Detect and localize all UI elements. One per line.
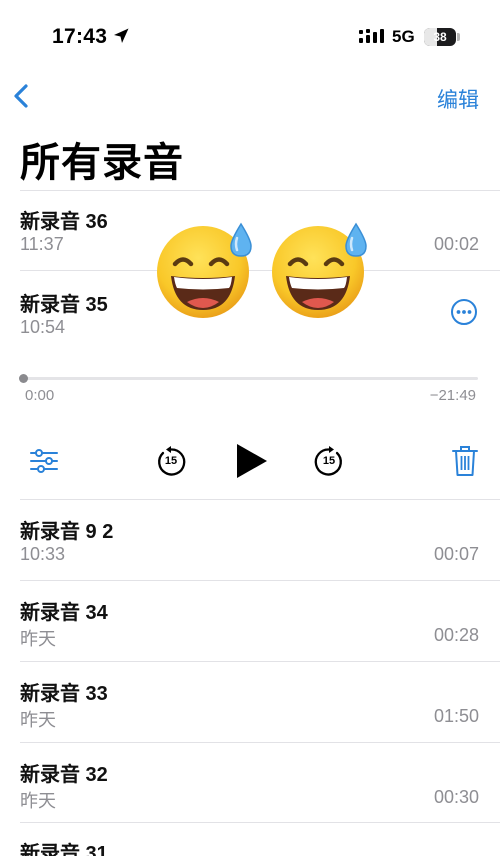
recording-duration: 01:50 [433,706,479,726]
recording-title: 新录音 35 [20,294,108,316]
grinning-sweat-emoji-icon [157,222,252,318]
battery-cap [457,33,460,41]
recording-title: 新录音 36 [20,211,108,233]
skip-forward-button[interactable]: 15 [312,445,346,479]
recording-duration: 00:02 [433,234,479,254]
elapsed-time: 0:00 [25,387,55,404]
recording-date: 10:33 [20,544,66,564]
recording-row[interactable]: 新录音 32 昨天 00:30 [0,743,500,823]
recording-duration: 00:28 [433,625,479,645]
playback-scrubber[interactable] [22,377,478,380]
trash-icon[interactable] [451,444,479,478]
back-chevron-icon[interactable] [8,80,36,112]
recording-title: 新录音 32 [20,764,108,786]
network-type-label: 5G [392,27,415,46]
skip-forward-seconds: 15 [322,455,336,467]
recording-row[interactable]: 新录音 9 2 10:33 00:07 [0,500,500,580]
recording-row[interactable]: 新录音 33 昨天 01:50 [0,662,500,742]
edit-button[interactable]: 编辑 [437,84,479,114]
recording-row[interactable]: 新录音 34 昨天 00:28 [0,581,500,661]
recording-duration: 00:07 [433,544,479,564]
play-button[interactable] [234,442,270,480]
recording-date: 昨天 [20,710,56,730]
recording-date: 10:54 [20,317,66,337]
scrubber-knob[interactable] [19,374,28,383]
battery-level: 38 [433,30,447,44]
battery-icon: 38 [424,28,456,46]
skip-back-button[interactable]: 15 [154,445,188,479]
recording-title: 新录音 31 [20,843,108,856]
recording-title: 新录音 9 2 [20,521,114,543]
recording-date: 昨天 [20,791,56,811]
grinning-sweat-emoji-icon [272,222,367,318]
recording-title: 新录音 33 [20,683,108,705]
recording-date: 昨天 [20,629,56,649]
recording-row[interactable]: 新录音 31 [0,823,500,856]
recording-title: 新录音 34 [20,602,108,624]
location-arrow-icon [114,28,129,43]
page-title: 所有录音 [20,141,184,185]
status-bar: 17:43 5G 38 [0,0,500,72]
skip-back-seconds: 15 [164,455,178,467]
more-options-icon[interactable] [450,298,478,326]
cellular-signal-icon [359,29,384,43]
sliders-icon[interactable] [29,446,59,476]
recording-duration: 00:30 [433,787,479,807]
status-time: 17:43 [52,25,108,48]
recording-date: 11:37 [20,234,64,254]
remaining-time: −21:49 [429,387,476,404]
